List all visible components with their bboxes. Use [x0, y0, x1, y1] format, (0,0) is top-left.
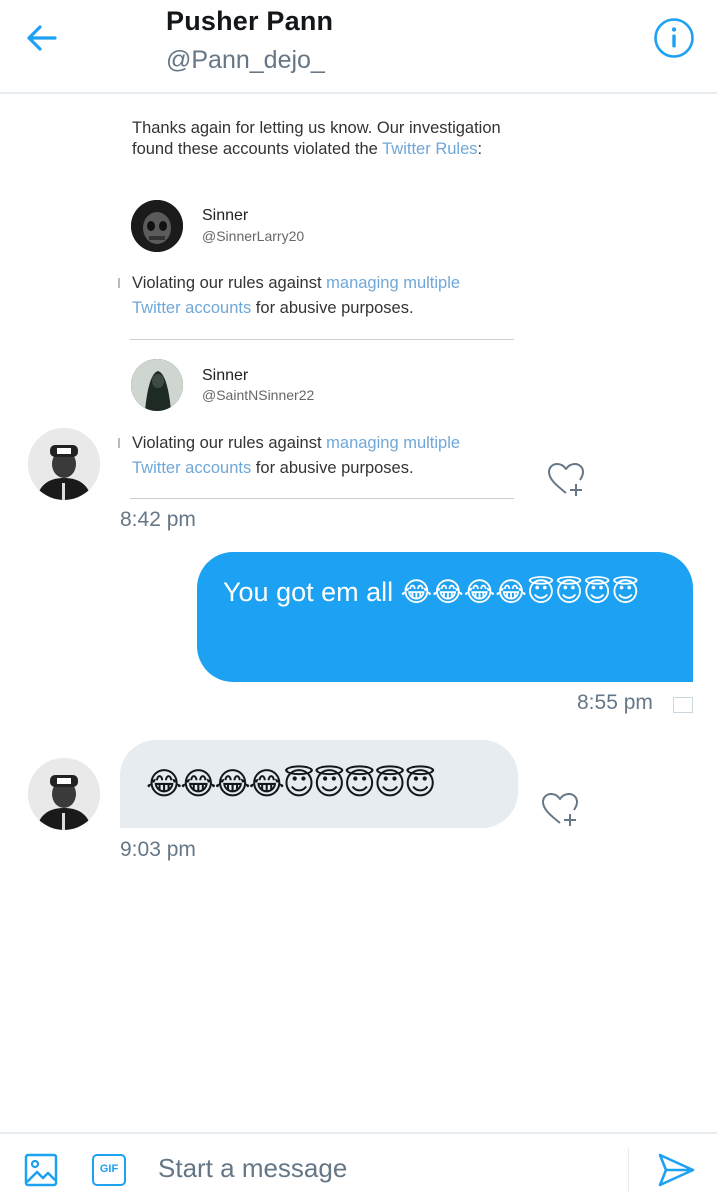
violation-bullet: [118, 278, 120, 288]
violation-text: Violating our rules against managing mul…: [132, 274, 461, 317]
divider: [130, 498, 514, 499]
conversation-handle: @Pann_dejo_: [166, 46, 325, 74]
reported-account-avatar: [131, 200, 183, 252]
info-button[interactable]: [652, 16, 696, 60]
image-icon: [24, 1153, 58, 1187]
message-timestamp: 9:03 pm: [120, 838, 196, 861]
read-receipt-icon: [673, 697, 693, 713]
sent-message-text: You got em all 😂😂😂😂😇😇😇😇: [223, 577, 640, 607]
sender-avatar[interactable]: [28, 428, 100, 500]
send-icon: [658, 1153, 695, 1187]
reported-account-avatar: [131, 359, 183, 411]
add-gif-button[interactable]: GIF: [92, 1154, 126, 1186]
add-image-button[interactable]: [24, 1153, 58, 1187]
violation-bullet: [118, 438, 120, 448]
received-message-text: 😂😂😂😂😇😇😇😇😇: [146, 766, 436, 801]
info-icon: [654, 18, 694, 58]
heart-plus-icon: [542, 793, 578, 826]
like-button[interactable]: [540, 790, 580, 830]
screenshot-intro-text: Thanks again for letting us know. Our in…: [132, 119, 501, 158]
send-button[interactable]: [656, 1150, 696, 1190]
heart-plus-icon: [548, 463, 584, 496]
reported-account-name: Sinner: [202, 367, 249, 384]
violation-text: Violating our rules against managing mul…: [132, 434, 461, 477]
arrow-left-icon: [27, 25, 57, 51]
reported-account-name: Sinner: [202, 207, 249, 224]
conversation-header: [0, 0, 717, 94]
reported-account-handle: @SinnerLarry20: [202, 228, 305, 244]
sender-avatar[interactable]: [28, 758, 100, 830]
reported-account-handle: @SaintNSinner22: [202, 387, 315, 403]
message-timestamp: 8:55 pm: [577, 691, 653, 714]
like-button[interactable]: [546, 460, 586, 500]
divider: [130, 339, 514, 340]
divider: [628, 1148, 629, 1192]
back-button[interactable]: [22, 18, 62, 58]
conversation-title: Pusher Pann: [166, 6, 334, 36]
message-timestamp: 8:42 pm: [120, 508, 196, 531]
message-input[interactable]: [150, 1146, 626, 1190]
